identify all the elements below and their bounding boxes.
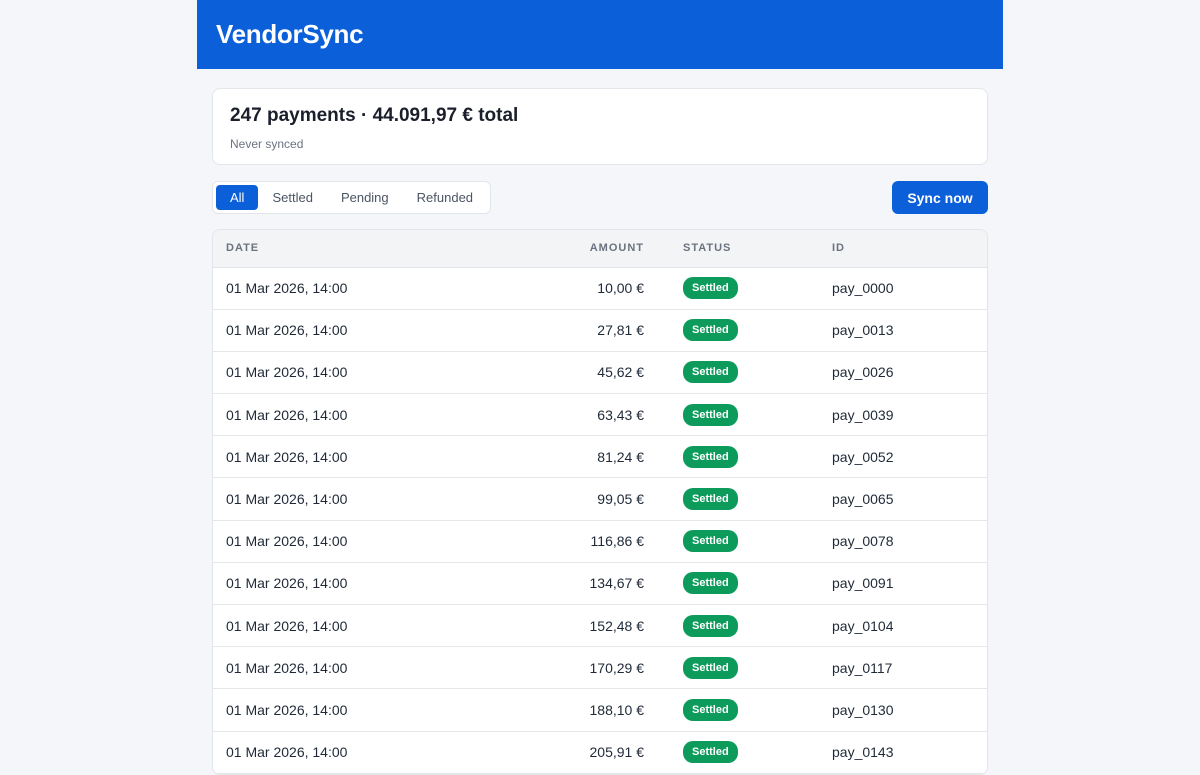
status-badge: Settled — [683, 445, 738, 468]
table-row[interactable]: 01 Mar 2026, 14:00 134,67 € Settled pay_… — [213, 562, 987, 605]
table-row[interactable]: 01 Mar 2026, 14:00 63,43 € Settled pay_0… — [213, 394, 987, 436]
cell-amount: 63,43 € — [597, 406, 644, 423]
cell-status: Settled — [657, 647, 819, 689]
cell-amount: 205,91 € — [589, 744, 645, 761]
cell-amount: 152,48 € — [589, 617, 645, 634]
app-header: VendorSync — [197, 0, 1003, 69]
cell-amount: 81,24 € — [597, 448, 644, 465]
tab-pending[interactable]: Pending — [327, 185, 403, 210]
cell-status: Settled — [657, 731, 819, 773]
cell-status: Settled — [657, 478, 819, 520]
cell-date: 01 Mar 2026, 14:00 — [226, 617, 348, 634]
status-badge: Settled — [683, 403, 738, 426]
cell-id: pay_0078 — [832, 533, 894, 550]
cell-date: 01 Mar 2026, 14:00 — [226, 322, 348, 339]
cell-id: pay_0039 — [832, 406, 894, 423]
table-row[interactable]: 01 Mar 2026, 14:00 99,05 € Settled pay_0… — [213, 478, 987, 521]
sync-status-text: Never synced — [230, 137, 304, 151]
column-header-date[interactable]: DATE — [213, 230, 483, 268]
summary-card: 247 payments · 44.091,97 € total Never s… — [212, 88, 988, 165]
cell-amount: 10,00 € — [597, 280, 644, 297]
cell-status: Settled — [657, 520, 819, 562]
table-row[interactable]: 01 Mar 2026, 14:00 45,62 € Settled pay_0… — [213, 351, 987, 394]
status-badge: Settled — [683, 361, 738, 384]
status-badge: Settled — [683, 319, 738, 342]
cell-id: pay_0130 — [832, 701, 894, 718]
cell-date: 01 Mar 2026, 14:00 — [226, 701, 348, 718]
payments-table: DATE AMOUNT STATUS ID 01 Mar 2026, 14:00… — [213, 230, 987, 774]
main-content: 247 payments · 44.091,97 € total Never s… — [197, 88, 1003, 775]
cell-status: Settled — [657, 309, 819, 351]
tab-settled[interactable]: Settled — [258, 185, 326, 210]
cell-date: 01 Mar 2026, 14:00 — [226, 280, 348, 297]
sync-now-button[interactable]: Sync now — [892, 181, 988, 214]
status-badge: Settled — [683, 614, 738, 637]
cell-date: 01 Mar 2026, 14:00 — [226, 406, 348, 423]
cell-status: Settled — [657, 267, 819, 309]
status-badge: Settled — [683, 277, 738, 300]
payments-table-container: DATE AMOUNT STATUS ID 01 Mar 2026, 14:00… — [212, 229, 988, 775]
table-row[interactable]: 01 Mar 2026, 14:00 205,91 € Settled pay_… — [213, 731, 987, 774]
cell-id: pay_0117 — [832, 659, 893, 676]
table-row[interactable]: 01 Mar 2026, 14:00 27,81 € Settled pay_0… — [213, 309, 987, 352]
cell-amount: 116,86 € — [590, 533, 644, 550]
cell-status: Settled — [657, 351, 819, 393]
cell-date: 01 Mar 2026, 14:00 — [226, 448, 348, 465]
cell-amount: 99,05 € — [597, 491, 644, 508]
column-header-amount[interactable]: AMOUNT — [483, 230, 657, 268]
cell-id: pay_0143 — [832, 744, 894, 761]
status-badge: Settled — [683, 698, 738, 721]
cell-amount: 188,10 € — [589, 701, 645, 718]
cell-status: Settled — [657, 436, 819, 478]
cell-date: 01 Mar 2026, 14:00 — [226, 364, 348, 381]
cell-id: pay_0000 — [832, 280, 894, 297]
cell-date: 01 Mar 2026, 14:00 — [226, 575, 348, 592]
status-badge: Settled — [683, 488, 738, 511]
cell-date: 01 Mar 2026, 14:00 — [226, 744, 348, 761]
table-row[interactable]: 01 Mar 2026, 14:00 116,86 € Settled pay_… — [213, 520, 987, 563]
table-body: 01 Mar 2026, 14:00 10,00 € Settled pay_0… — [213, 267, 987, 774]
status-badge: Settled — [683, 741, 738, 764]
cell-id: pay_0013 — [832, 322, 894, 339]
table-row[interactable]: 01 Mar 2026, 14:00 81,24 € Settled pay_0… — [213, 436, 987, 478]
cell-amount: 170,29 € — [589, 659, 645, 676]
cell-date: 01 Mar 2026, 14:00 — [226, 533, 348, 550]
table-row[interactable]: 01 Mar 2026, 14:00 170,29 € Settled pay_… — [213, 647, 987, 689]
cell-id: pay_0052 — [832, 448, 894, 465]
status-badge: Settled — [683, 572, 738, 595]
cell-status: Settled — [657, 562, 819, 604]
cell-amount: 27,81 € — [597, 322, 644, 339]
column-header-id[interactable]: ID — [819, 230, 987, 268]
cell-id: pay_0026 — [832, 364, 894, 381]
filter-tabs: All Settled Pending Refunded — [212, 181, 492, 214]
table-row[interactable]: 01 Mar 2026, 14:00 188,10 € Settled pay_… — [213, 689, 987, 732]
table-row[interactable]: 01 Mar 2026, 14:00 10,00 € Settled pay_0… — [213, 267, 987, 310]
cell-status: Settled — [657, 689, 819, 731]
summary-title: 247 payments · 44.091,97 € total — [230, 105, 519, 126]
toolbar: All Settled Pending Refunded Sync now — [212, 181, 988, 214]
tab-refunded[interactable]: Refunded — [403, 185, 487, 210]
table-header: DATE AMOUNT STATUS ID — [213, 230, 987, 268]
table-header-row: DATE AMOUNT STATUS ID — [213, 230, 987, 268]
cell-amount: 134,67 € — [589, 575, 645, 592]
cell-id: pay_0065 — [832, 491, 894, 508]
tab-all[interactable]: All — [216, 185, 259, 210]
cell-date: 01 Mar 2026, 14:00 — [226, 659, 348, 676]
cell-id: pay_0091 — [832, 575, 894, 592]
cell-amount: 45,62 € — [597, 364, 644, 381]
app-container: VendorSync 247 payments · 44.091,97 € to… — [197, 0, 1003, 775]
column-header-status[interactable]: STATUS — [657, 230, 819, 268]
cell-id: pay_0104 — [832, 617, 894, 634]
cell-status: Settled — [657, 394, 819, 436]
status-badge: Settled — [683, 656, 738, 679]
app-logo: VendorSync — [216, 19, 364, 49]
cell-date: 01 Mar 2026, 14:00 — [226, 491, 348, 508]
status-badge: Settled — [683, 530, 738, 553]
table-row[interactable]: 01 Mar 2026, 14:00 152,48 € Settled pay_… — [213, 605, 987, 647]
cell-status: Settled — [657, 605, 819, 647]
